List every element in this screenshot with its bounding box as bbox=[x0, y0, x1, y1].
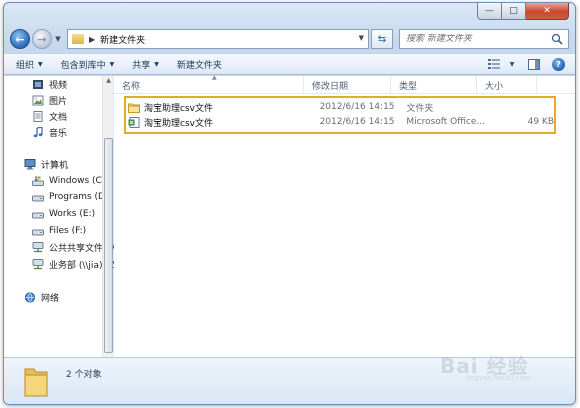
sidebar-item-drive-c[interactable]: Windows (C:) bbox=[32, 174, 108, 188]
organize-label: 组织 bbox=[16, 60, 35, 71]
folder-icon bbox=[72, 34, 84, 44]
close-button[interactable]: ✕ bbox=[526, 3, 569, 20]
watermark-url: jingyan.baidu.com bbox=[466, 374, 531, 382]
caption-buttons: — □ ✕ bbox=[477, 3, 569, 20]
computer-icon bbox=[24, 158, 36, 170]
column-header-label: 名称 bbox=[122, 81, 141, 92]
network-drive-icon bbox=[32, 258, 44, 270]
chevron-down-icon: ▼ bbox=[154, 60, 159, 68]
navigation-scrollbar[interactable]: ▲ bbox=[102, 76, 113, 357]
sidebar-item-drive-e[interactable]: Works (E:) bbox=[32, 207, 95, 221]
picture-icon bbox=[32, 95, 44, 106]
preview-pane-icon[interactable] bbox=[526, 57, 542, 71]
sidebar-item-label: 文档 bbox=[49, 112, 68, 123]
file-type: Microsoft Office... bbox=[406, 117, 486, 127]
command-bar: 组织 ▼ 包含到库中 ▼ 共享 ▼ 新建文件夹 ▼ ? bbox=[4, 53, 575, 75]
scroll-up-icon[interactable]: ▲ bbox=[104, 77, 113, 87]
address-bar[interactable]: ▶ 新建文件夹 ▼ bbox=[67, 29, 369, 49]
refresh-button[interactable]: ⇆ bbox=[371, 29, 393, 49]
refresh-icon: ⇆ bbox=[377, 33, 387, 45]
drive-icon bbox=[32, 226, 44, 237]
sidebar-item-label: 网络 bbox=[41, 293, 60, 304]
sidebar-item-label: 视频 bbox=[49, 80, 68, 91]
file-name: 淘宝助理csv文件 bbox=[144, 103, 213, 114]
chevron-down-icon: ▼ bbox=[109, 60, 115, 68]
file-modified: 2012/6/16 14:15 bbox=[319, 117, 395, 127]
network-drive-icon bbox=[32, 241, 44, 253]
include-library-label: 包含到库中 bbox=[60, 60, 106, 71]
sidebar-item-label: 音乐 bbox=[49, 128, 68, 139]
help-icon[interactable]: ? bbox=[552, 57, 565, 71]
include-library-menu[interactable]: 包含到库中 ▼ bbox=[61, 58, 115, 71]
organize-menu[interactable]: 组织 ▼ bbox=[16, 58, 43, 71]
arrow-left-icon: ← bbox=[15, 32, 25, 46]
sort-ascending-icon: ▲ bbox=[212, 74, 217, 81]
file-size: 49 KB bbox=[527, 117, 554, 127]
column-header-label: 大小 bbox=[485, 81, 504, 92]
file-modified: 2012/6/16 14:15 bbox=[319, 102, 395, 112]
forward-button[interactable]: → bbox=[32, 29, 52, 49]
file-type: 文件夹 bbox=[406, 103, 434, 114]
breadcrumb-current-folder[interactable]: 新建文件夹 bbox=[100, 33, 145, 46]
new-folder-button[interactable]: 新建文件夹 bbox=[177, 58, 222, 71]
document-icon bbox=[32, 110, 44, 122]
view-options-icon[interactable] bbox=[486, 57, 502, 71]
address-row: ← → ▼ ▶ 新建文件夹 ▼ ⇆ bbox=[10, 27, 569, 51]
breadcrumb-separator-icon[interactable]: ▶ bbox=[89, 35, 95, 44]
minimize-button[interactable]: — bbox=[477, 3, 502, 20]
column-header-name[interactable]: 名称 ▲ bbox=[114, 74, 304, 94]
drive-icon bbox=[32, 192, 44, 203]
chevron-down-icon[interactable]: ▼ bbox=[359, 34, 364, 42]
content-area: 视频 图片 文档 音乐 计算机 Windows (C:) Programs (D… bbox=[4, 74, 575, 357]
sidebar-item-label: 图片 bbox=[49, 96, 68, 107]
music-icon bbox=[32, 125, 44, 138]
new-folder-label: 新建文件夹 bbox=[176, 60, 222, 71]
column-header-size[interactable]: 大小 bbox=[477, 76, 537, 94]
excel-file-icon bbox=[128, 116, 140, 128]
arrow-right-icon: → bbox=[37, 32, 47, 46]
windows-drive-icon bbox=[32, 176, 44, 187]
chevron-down-icon[interactable]: ▼ bbox=[504, 57, 520, 71]
search-box[interactable] bbox=[399, 29, 569, 49]
sidebar-item-drive-f[interactable]: Files (F:) bbox=[32, 224, 86, 238]
sidebar-item-computer[interactable]: 计算机 bbox=[24, 157, 68, 171]
sidebar-item-label: Windows (C:) bbox=[49, 176, 109, 186]
file-list-pane: 名称 ▲ 修改日期 类型 大小 淘宝助理csv文件 2012/6/16 14:1… bbox=[114, 74, 575, 357]
watermark: Bai 经验 jingyan.baidu.com bbox=[440, 344, 570, 384]
chevron-down-icon: ▼ bbox=[38, 60, 43, 68]
column-headers: 名称 ▲ 修改日期 类型 大小 bbox=[114, 74, 575, 94]
sidebar-item-documents[interactable]: 文档 bbox=[32, 109, 67, 123]
view-controls: ▼ ? bbox=[480, 57, 565, 71]
share-label: 共享 bbox=[132, 60, 151, 71]
table-row[interactable]: 淘宝助理csv文件 2012/6/16 14:15 文件夹 bbox=[126, 100, 554, 114]
video-icon bbox=[32, 79, 44, 90]
navigation-pane: 视频 图片 文档 音乐 计算机 Windows (C:) Programs (D… bbox=[4, 76, 118, 357]
search-input[interactable] bbox=[406, 34, 556, 44]
share-menu[interactable]: 共享 ▼ bbox=[132, 58, 159, 71]
column-header-label: 修改日期 bbox=[312, 81, 349, 92]
recent-pages-dropdown[interactable]: ▼ bbox=[53, 35, 63, 43]
item-count: 2 个对象 bbox=[66, 370, 102, 380]
network-icon bbox=[24, 291, 36, 303]
sidebar-item-music[interactable]: 音乐 bbox=[32, 125, 67, 139]
sidebar-item-pictures[interactable]: 图片 bbox=[32, 93, 67, 107]
column-header-type[interactable]: 类型 bbox=[391, 76, 477, 94]
table-row[interactable]: 淘宝助理csv文件 2012/6/16 14:15 Microsoft Offi… bbox=[126, 115, 554, 129]
back-button[interactable]: ← bbox=[10, 29, 30, 49]
folder-icon bbox=[128, 102, 140, 113]
sidebar-item-drive-d[interactable]: Programs (D:) bbox=[32, 190, 112, 204]
column-header-modified[interactable]: 修改日期 bbox=[304, 76, 391, 94]
folder-icon bbox=[24, 368, 48, 397]
sidebar-item-network[interactable]: 网络 bbox=[24, 290, 59, 304]
file-name: 淘宝助理csv文件 bbox=[144, 118, 213, 129]
maximize-button[interactable]: □ bbox=[502, 3, 526, 20]
sidebar-item-videos[interactable]: 视频 bbox=[32, 77, 67, 91]
scrollbar-thumb[interactable] bbox=[104, 138, 113, 353]
column-header-label: 类型 bbox=[399, 81, 418, 92]
drive-icon bbox=[32, 209, 44, 220]
sidebar-item-label: Files (F:) bbox=[49, 226, 87, 236]
sidebar-item-label: Works (E:) bbox=[49, 209, 96, 219]
search-icon[interactable] bbox=[551, 33, 563, 45]
sidebar-item-label: 计算机 bbox=[41, 160, 69, 171]
